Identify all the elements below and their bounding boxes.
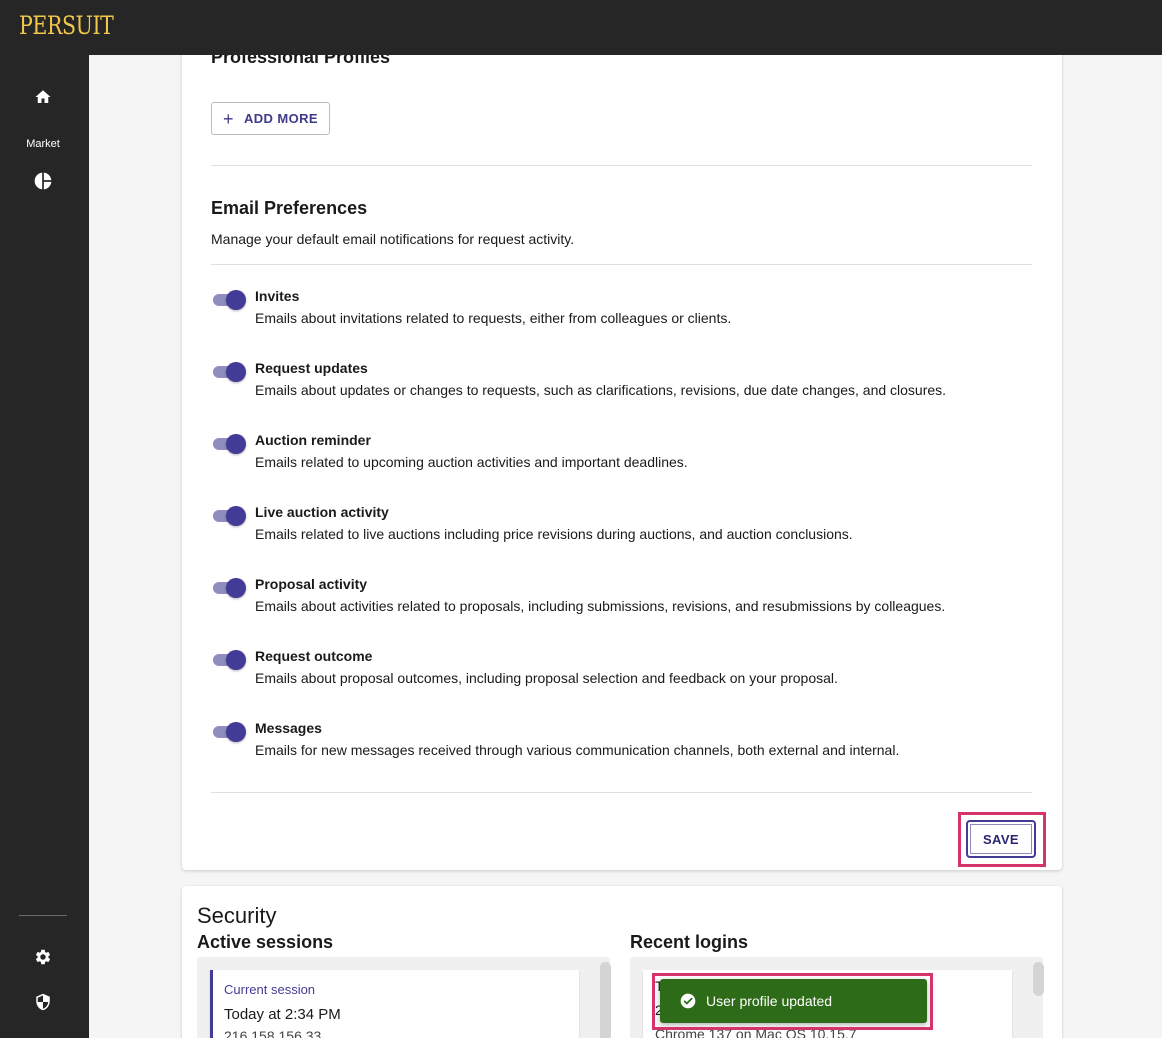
recent-logins-title: Recent logins: [630, 932, 749, 952]
pref-title: Request outcome: [255, 648, 373, 664]
main-content: Professional Profiles + ADD MORE Email P…: [89, 55, 1162, 1038]
top-bar: PERSUIT: [0, 0, 1162, 55]
pref-title: Live auction activity: [255, 504, 389, 520]
pref-auction-reminder: Auction reminder Emails related to upcom…: [211, 432, 1041, 482]
pref-description: Emails related to upcoming auction activ…: [255, 454, 688, 470]
request-outcome-toggle[interactable]: [211, 650, 247, 670]
live-auction-activity-toggle[interactable]: [211, 506, 247, 526]
home-icon[interactable]: [31, 85, 55, 109]
pref-title: Request updates: [255, 360, 368, 376]
pref-description: Emails about invitations related to requ…: [255, 310, 732, 326]
pref-title: Auction reminder: [255, 432, 371, 448]
pref-live-auction-activity: Live auction activity Emails related to …: [211, 504, 1041, 554]
gear-icon[interactable]: [31, 945, 55, 969]
proposal-activity-toggle[interactable]: [211, 578, 247, 598]
save-highlight-box: [958, 812, 1046, 867]
pref-request-updates: Request updates Emails about updates or …: [211, 360, 1041, 410]
sidebar-divider: [19, 915, 67, 916]
pie-chart-icon[interactable]: [31, 169, 55, 193]
pref-title: Messages: [255, 720, 322, 736]
shield-icon[interactable]: [31, 990, 55, 1014]
pref-description: Emails for new messages received through…: [255, 742, 900, 758]
sidebar-nav: Market: [0, 55, 89, 1038]
session-time: Today at 2:34 PM: [224, 1006, 341, 1023]
current-session-label: Current session: [224, 982, 316, 997]
invites-toggle[interactable]: [211, 290, 247, 310]
email-preferences-description: Manage your default email notifications …: [211, 231, 575, 247]
active-sessions-title: Active sessions: [197, 932, 334, 952]
pref-description: Emails related to live auctions includin…: [255, 526, 853, 542]
security-title: Security: [197, 903, 277, 928]
toast-highlight-box: [652, 973, 933, 1030]
divider: [211, 264, 1032, 265]
request-updates-toggle[interactable]: [211, 362, 247, 382]
pref-description: Emails about proposal outcomes, includin…: [255, 670, 838, 686]
active-sessions-scrollbar[interactable]: [600, 962, 611, 1038]
pref-messages: Messages Emails for new messages receive…: [211, 720, 1041, 770]
pref-request-outcome: Request outcome Emails about proposal ou…: [211, 648, 1041, 698]
pref-description: Emails about activities related to propo…: [255, 598, 946, 614]
add-more-label: ADD MORE: [243, 111, 318, 126]
pref-description: Emails about updates or changes to reque…: [255, 382, 947, 398]
session-ip: 216.158.156.33: [224, 1028, 322, 1038]
pref-title: Proposal activity: [255, 576, 368, 592]
professional-profiles-title: Professional Profiles: [211, 55, 391, 67]
pref-proposal-activity: Proposal activity Emails about activitie…: [211, 576, 1041, 626]
persuit-logo[interactable]: PERSUIT: [19, 11, 114, 40]
pref-title: Invites: [255, 288, 300, 304]
auction-reminder-toggle[interactable]: [211, 434, 247, 454]
sidebar-item-market-label[interactable]: Market: [0, 138, 86, 150]
current-session-card: Current session Today at 2:34 PM 216.158…: [210, 970, 579, 1038]
divider: [211, 165, 1032, 166]
messages-toggle[interactable]: [211, 722, 247, 742]
recent-logins-scrollbar[interactable]: [1033, 962, 1044, 996]
add-more-button[interactable]: + ADD MORE: [211, 102, 330, 135]
divider: [211, 792, 1032, 793]
plus-icon: +: [223, 108, 234, 129]
pref-invites: Invites Emails about invitations related…: [211, 288, 1041, 338]
email-preferences-title: Email Preferences: [211, 198, 368, 218]
